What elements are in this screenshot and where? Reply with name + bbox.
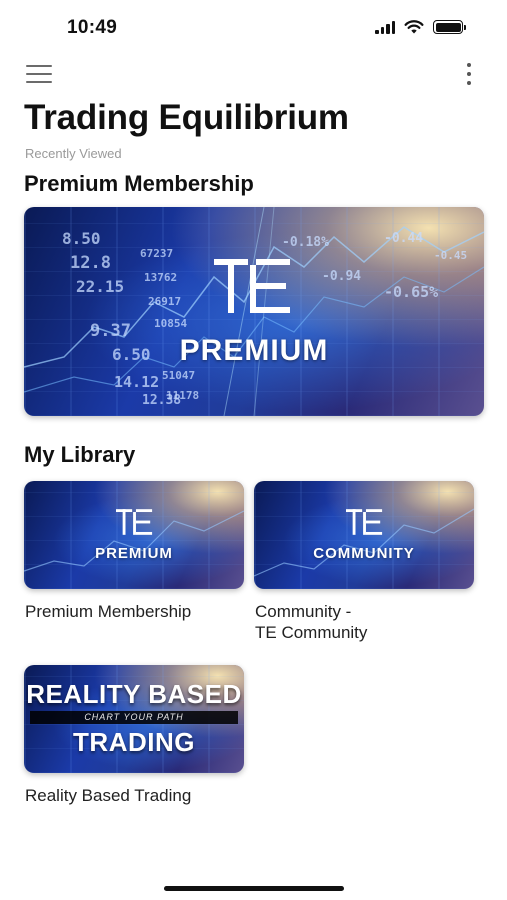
ticker-number: 10854 (154, 317, 188, 330)
wifi-icon (404, 20, 424, 34)
page-title: Trading Equilibrium (24, 98, 349, 137)
status-bar: 10:49 (0, 0, 507, 52)
battery-icon (433, 20, 466, 34)
market-wave-graphic (24, 510, 244, 572)
ticker-number: 22.15 (76, 277, 125, 296)
ticker-number: -0.18% (282, 235, 329, 250)
ticker-number: -0.65% (384, 283, 439, 301)
library-item-label[interactable]: Reality Based Trading (25, 785, 191, 806)
ticker-number: 8.50 (62, 229, 101, 248)
vertical-more-icon[interactable] (465, 63, 473, 85)
ticker-number: 67237 (140, 247, 174, 260)
premium-section-title: Premium Membership (24, 171, 254, 196)
premium-membership-card[interactable]: 8.50 12.8 22.15 9.37 6.50 14.12 12.38 -0… (24, 207, 484, 416)
ticker-number: 12.8 (70, 253, 111, 273)
library-item-reality-based-trading[interactable]: REALITY BASED CHART YOUR PATH TRADING (24, 665, 244, 773)
tile-tagline: CHART YOUR PATH (30, 711, 238, 724)
ticker-number: 26917 (148, 295, 182, 308)
ticker-number: 51047 (162, 369, 196, 382)
te-logo-icon (116, 509, 153, 535)
ticker-number: 13762 (144, 271, 178, 284)
tile-title-line1: REALITY BASED (26, 679, 242, 709)
library-item-premium[interactable]: PREMIUM (24, 481, 244, 589)
library-section-title: My Library (24, 442, 136, 467)
library-item-label[interactable]: Community - TE Community (255, 601, 465, 643)
te-logo-icon (214, 259, 290, 313)
library-item-community[interactable]: COMMUNITY (254, 481, 474, 589)
status-icons (375, 20, 466, 34)
library-item-label-line: Community - (255, 602, 352, 621)
hamburger-menu-icon[interactable] (26, 65, 52, 83)
ticker-number: -0.94 (322, 269, 362, 284)
tile-caption: COMMUNITY (313, 545, 415, 562)
market-wave-graphic (254, 508, 474, 577)
premium-card-caption: PREMIUM (179, 334, 329, 367)
library-item-label[interactable]: Premium Membership (25, 601, 191, 622)
cellular-signal-icon (375, 20, 395, 34)
library-item-label-line: TE Community (255, 623, 368, 642)
te-logo-icon (346, 509, 383, 535)
recently-viewed-label: Recently Viewed (25, 146, 122, 161)
ticker-number: 11178 (166, 389, 200, 402)
home-indicator[interactable] (164, 886, 344, 891)
ticker-number: -0.45 (434, 249, 468, 262)
ticker-number: -0.44 (384, 231, 424, 246)
tile-title-line2: TRADING (73, 727, 195, 757)
tile-caption: PREMIUM (95, 545, 173, 562)
status-time: 10:49 (67, 17, 118, 38)
ticker-number: 14.12 (114, 373, 160, 391)
